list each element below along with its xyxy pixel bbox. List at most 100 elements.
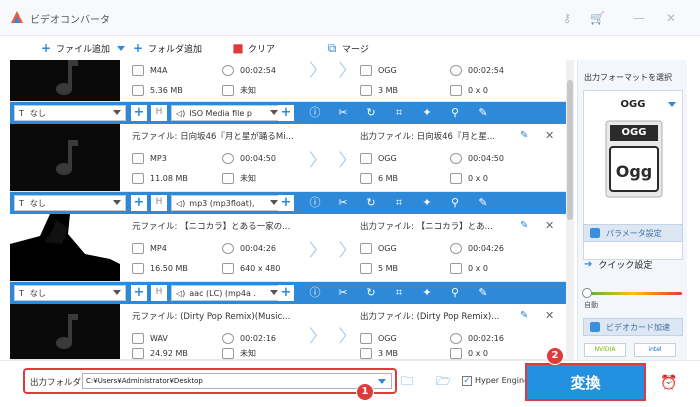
effect-icon[interactable]: ✦	[420, 286, 434, 300]
remove-item-icon[interactable]: ✕	[545, 309, 554, 322]
video-thumbnail-image	[10, 214, 120, 281]
scrollbar-thumb[interactable]	[567, 80, 573, 220]
add-audio-button[interactable]: +	[278, 195, 294, 211]
intel-badge[interactable]: intel	[634, 343, 676, 357]
info-icon[interactable]: ⓘ	[308, 286, 322, 300]
resolution-icon	[222, 173, 234, 184]
src-duration: 00:02:54	[222, 65, 276, 76]
add-file-button[interactable]: + ファイル追加	[40, 41, 110, 55]
open-folder-icon[interactable]: 🗀	[401, 375, 417, 387]
crop-icon[interactable]: ⌗	[392, 106, 406, 120]
resolution-icon	[450, 85, 462, 96]
edit-icon[interactable]: ✎	[520, 130, 528, 141]
settings-icon	[590, 228, 600, 238]
merge-button[interactable]: ⧉ マージ	[326, 41, 369, 55]
src-format: MP4	[132, 243, 167, 254]
clock-icon	[222, 333, 234, 344]
output-format-panel: 出力フォーマットを選択 OGG Ogg OGG パラメータ設定 ➔ クイック設定…	[577, 60, 687, 360]
subtitle-edit-icon[interactable]: ✎	[476, 196, 490, 210]
audio-track-select[interactable]: ◁) mp3 (mp3float),	[171, 195, 283, 211]
item-control-bar: T なし + H ◁) aac (LC) (mp4a . + ⓘ ✂ ↻ ⌗ ✦ ⚲…	[10, 282, 566, 304]
minimize-icon[interactable]: —	[632, 11, 646, 25]
cut-icon[interactable]: ✂	[336, 286, 350, 300]
cart-icon[interactable]: 🛒	[590, 11, 605, 25]
audio-track-select[interactable]: ◁) aac (LC) (mp4a .	[171, 285, 283, 301]
watermark-icon[interactable]: ⚲	[448, 106, 462, 120]
alarm-clock-icon[interactable]: ⏰	[660, 375, 677, 391]
quality-slider[interactable]	[584, 292, 682, 295]
src-duration: 00:04:50	[222, 153, 276, 164]
effect-icon[interactable]: ✦	[420, 196, 434, 210]
effect-icon[interactable]: ✦	[420, 106, 434, 120]
clock-icon	[450, 243, 462, 254]
src-format: WAV	[132, 333, 168, 344]
rotate-icon[interactable]: ↻	[364, 106, 378, 120]
slider-handle[interactable]	[582, 288, 592, 298]
src-size: 11.08 MB	[132, 173, 188, 184]
quick-settings: ➔ クイック設定	[584, 259, 653, 271]
out-format: OGG	[360, 243, 397, 254]
nvidia-badge[interactable]: NVIDIA	[584, 343, 626, 357]
watermark-icon[interactable]: ⚲	[448, 196, 462, 210]
add-subtitle-button[interactable]: +	[131, 105, 147, 121]
remove-item-icon[interactable]: ✕	[545, 129, 554, 142]
key-icon[interactable]: ⚷	[560, 11, 574, 25]
parameter-settings-button[interactable]: パラメータ設定	[583, 224, 683, 242]
clear-button[interactable]: ■ クリア	[232, 41, 275, 55]
clock-icon	[450, 333, 462, 344]
subtitle-edit-icon[interactable]: ✎	[476, 286, 490, 300]
output-folder-icon[interactable]: 🗁	[436, 375, 452, 387]
add-subtitle-button[interactable]: +	[131, 195, 147, 211]
resolution-icon	[450, 173, 462, 184]
format-icon-label: OGG	[621, 127, 647, 138]
info-icon[interactable]: ⓘ	[308, 106, 322, 120]
crop-icon[interactable]: ⌗	[392, 286, 406, 300]
subtitle-edit-icon[interactable]: ✎	[476, 106, 490, 120]
subtitle-select[interactable]: T なし	[14, 195, 126, 211]
out-size: 6 MB	[360, 173, 398, 184]
hdr-icon[interactable]: H	[151, 285, 167, 301]
crop-icon[interactable]: ⌗	[392, 196, 406, 210]
add-audio-button[interactable]: +	[278, 105, 294, 121]
cut-icon[interactable]: ✂	[336, 106, 350, 120]
list-item[interactable]: M4A 00:02:54 5.36 MB 未知 OGG 00:02:54 3 M…	[10, 60, 566, 102]
remove-item-icon[interactable]: ✕	[545, 219, 554, 232]
hdr-icon[interactable]: H	[151, 195, 167, 211]
list-item[interactable]: 元ファイル: 【ニコカラ】とある一家の... MP4 00:04:26 16.5…	[10, 214, 566, 282]
file-icon	[132, 243, 144, 254]
close-icon[interactable]: ✕	[664, 11, 678, 25]
info-icon[interactable]: ⓘ	[308, 196, 322, 210]
edit-icon[interactable]: ✎	[520, 220, 528, 231]
clear-label: クリア	[248, 44, 276, 55]
out-duration: 00:02:16	[450, 333, 504, 344]
edit-icon[interactable]: ✎	[520, 310, 528, 321]
add-folder-button[interactable]: + フォルダ追加	[132, 41, 202, 55]
src-size: 24.92 MB	[132, 348, 188, 359]
merge-icon: ⧉	[327, 41, 337, 55]
src-duration: 00:02:16	[222, 333, 276, 344]
caret-down-icon	[668, 102, 676, 107]
watermark-icon[interactable]: ⚲	[448, 286, 462, 300]
rotate-icon[interactable]: ↻	[364, 286, 378, 300]
audio-track-select[interactable]: ◁) ISO Media file p	[171, 105, 283, 121]
list-scrollbar[interactable]	[566, 60, 574, 360]
add-subtitle-button[interactable]: +	[131, 285, 147, 301]
convert-button[interactable]: 変換	[525, 363, 646, 401]
subtitle-select[interactable]: T なし	[14, 285, 126, 301]
rotate-icon[interactable]: ↻	[364, 196, 378, 210]
file-icon	[360, 243, 372, 254]
src-duration: 00:04:26	[222, 243, 276, 254]
gpu-acceleration-button[interactable]: ビデオカード加速	[583, 318, 683, 336]
add-file-dropdown[interactable]	[117, 41, 125, 55]
list-item[interactable]: 元ファイル: 日向坂46『月と星が踊るMi... MP3 00:04:50 11…	[10, 124, 566, 192]
cut-icon[interactable]: ✂	[336, 196, 350, 210]
add-file-label: ファイル追加	[56, 44, 111, 55]
list-item[interactable]: 元ファイル: (Dirty Pop Remix)(Music... WAV 00…	[10, 304, 566, 360]
output-filename: 出力ファイル: 日向坂46『月と星...	[360, 132, 495, 142]
source-filename: 元ファイル: (Dirty Pop Remix)(Music...	[132, 312, 291, 322]
convert-arrow-icon	[309, 241, 347, 258]
hyper-engine-checkbox[interactable]: ✓	[462, 376, 472, 386]
add-audio-button[interactable]: +	[278, 285, 294, 301]
hdr-icon[interactable]: H	[151, 105, 167, 121]
subtitle-select[interactable]: T なし	[14, 105, 126, 121]
